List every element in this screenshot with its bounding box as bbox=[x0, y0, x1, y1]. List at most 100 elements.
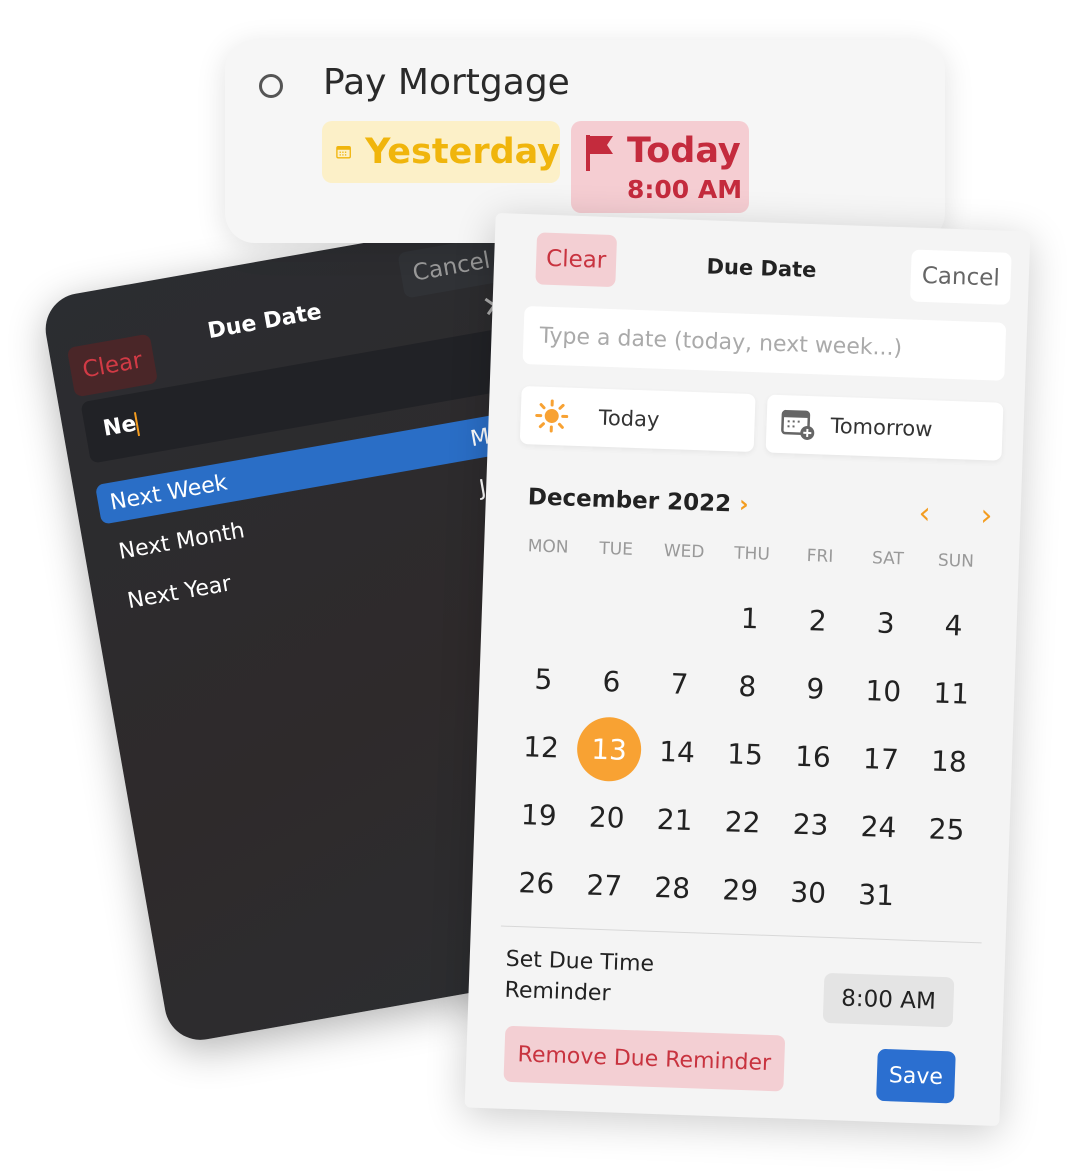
weekday-label: MON bbox=[527, 536, 569, 558]
calendar-plus-icon bbox=[781, 409, 815, 440]
day-number: 24 bbox=[860, 809, 897, 844]
suggestion-label: Next Year bbox=[125, 570, 234, 614]
day-13[interactable]: 13 bbox=[574, 714, 644, 784]
weekday-label: SAT bbox=[871, 548, 905, 570]
due-date-chip[interactable]: Today 8:00 AM bbox=[571, 121, 749, 213]
today-button[interactable]: Today bbox=[519, 385, 756, 453]
day-number: 15 bbox=[726, 736, 764, 772]
day-18[interactable]: 18 bbox=[914, 726, 984, 796]
previous-month-button[interactable]: ‹ bbox=[918, 496, 931, 531]
month-selector[interactable]: December 2022 › bbox=[527, 484, 749, 518]
month-label: December 2022 bbox=[527, 484, 732, 518]
sun-icon bbox=[535, 399, 569, 433]
day-22[interactable]: 22 bbox=[708, 787, 778, 857]
day-14[interactable]: 14 bbox=[642, 716, 712, 786]
clear-button[interactable]: Clear bbox=[66, 333, 159, 398]
day-29[interactable]: 29 bbox=[705, 855, 775, 925]
day-number: 3 bbox=[876, 605, 896, 640]
day-number: 11 bbox=[932, 676, 970, 711]
day-3[interactable]: 3 bbox=[851, 588, 921, 658]
suggestion-label: Next Month bbox=[116, 517, 247, 565]
reminder-time-button[interactable]: 8:00 AM bbox=[822, 972, 955, 1028]
day-12[interactable]: 12 bbox=[506, 712, 576, 782]
day-number: 29 bbox=[721, 872, 759, 907]
day-number: 12 bbox=[522, 729, 560, 764]
day-number: 25 bbox=[928, 811, 965, 847]
picker-title: Due Date bbox=[205, 299, 324, 345]
day-24[interactable]: 24 bbox=[843, 792, 913, 862]
day-number: 18 bbox=[930, 743, 968, 779]
day-number: 5 bbox=[534, 662, 554, 696]
day-28[interactable]: 28 bbox=[637, 852, 707, 922]
day-31[interactable]: 31 bbox=[841, 859, 911, 929]
flag-icon bbox=[586, 135, 613, 171]
next-month-button[interactable]: › bbox=[980, 498, 993, 533]
day-16[interactable]: 16 bbox=[778, 721, 848, 791]
selected-day: 13 bbox=[576, 716, 643, 783]
start-date-label: Yesterday bbox=[365, 132, 560, 172]
task-title: Pay Mortgage bbox=[323, 62, 570, 103]
day-number: 8 bbox=[737, 669, 757, 703]
day-9[interactable]: 9 bbox=[780, 653, 850, 723]
weekday-label: FRI bbox=[806, 546, 834, 567]
weekday-label: TUE bbox=[598, 538, 634, 560]
day-30[interactable]: 30 bbox=[773, 857, 843, 927]
reminder-label: Set Due Time Reminder bbox=[504, 946, 655, 1007]
day-number: 1 bbox=[740, 601, 760, 635]
day-number: 21 bbox=[656, 802, 694, 837]
day-number: 23 bbox=[792, 807, 830, 842]
today-label: Today bbox=[598, 405, 660, 432]
day-19[interactable]: 19 bbox=[504, 780, 574, 850]
empty-cell bbox=[579, 578, 649, 648]
day-5[interactable]: 5 bbox=[508, 644, 578, 714]
due-date-picker: Clear Due Date Cancel Today Tomorrow Dec… bbox=[464, 212, 1031, 1127]
day-7[interactable]: 7 bbox=[644, 648, 714, 718]
day-17[interactable]: 17 bbox=[846, 724, 916, 794]
day-number: 22 bbox=[724, 804, 762, 840]
remove-reminder-button[interactable]: Remove Due Reminder bbox=[503, 1025, 786, 1092]
empty-cell bbox=[647, 581, 717, 651]
date-input[interactable] bbox=[522, 305, 1007, 381]
save-button[interactable]: Save bbox=[876, 1048, 956, 1104]
day-21[interactable]: 21 bbox=[640, 784, 710, 854]
day-8[interactable]: 8 bbox=[712, 651, 782, 721]
day-number: 20 bbox=[588, 800, 626, 835]
weekday-label: SUN bbox=[937, 550, 975, 572]
day-4[interactable]: 4 bbox=[919, 590, 989, 660]
circle-checkbox-icon[interactable] bbox=[259, 74, 283, 98]
day-10[interactable]: 10 bbox=[848, 656, 918, 726]
day-number: 14 bbox=[658, 734, 696, 769]
day-20[interactable]: 20 bbox=[572, 782, 642, 852]
empty-cell bbox=[511, 576, 581, 646]
weekday-label: WED bbox=[663, 541, 705, 563]
day-6[interactable]: 6 bbox=[576, 646, 646, 716]
cancel-button[interactable]: Cancel bbox=[909, 249, 1012, 305]
day-15[interactable]: 15 bbox=[710, 719, 780, 789]
day-25[interactable]: 25 bbox=[911, 794, 981, 864]
start-date-chip[interactable]: Yesterday bbox=[322, 121, 560, 183]
due-time-label: 8:00 AM bbox=[627, 175, 743, 204]
date-input-value: Ne bbox=[101, 411, 139, 442]
day-number: 26 bbox=[518, 865, 555, 900]
suggestion-label: Next Week bbox=[108, 470, 230, 516]
due-day-label: Today bbox=[627, 131, 741, 171]
day-number: 27 bbox=[585, 868, 623, 903]
day-number: 30 bbox=[789, 875, 827, 910]
calendar-grid: MON TUE WED THU FRI SAT SUN 1 2 3 4 5 6 7 8 9 10 11 12 13 14… bbox=[501, 536, 990, 932]
day-number: 17 bbox=[862, 741, 900, 776]
tomorrow-label: Tomorrow bbox=[830, 413, 933, 442]
day-23[interactable]: 23 bbox=[775, 789, 845, 859]
day-2[interactable]: 2 bbox=[783, 585, 853, 655]
weekday-label: THU bbox=[733, 543, 771, 565]
tomorrow-button[interactable]: Tomorrow bbox=[765, 394, 1004, 461]
calendar-icon bbox=[336, 145, 351, 159]
day-number: 28 bbox=[653, 870, 691, 905]
day-11[interactable]: 11 bbox=[916, 658, 986, 728]
day-26[interactable]: 26 bbox=[501, 848, 571, 918]
day-number: 19 bbox=[520, 797, 558, 832]
day-number: 31 bbox=[857, 877, 895, 912]
day-number: 16 bbox=[794, 739, 832, 774]
day-27[interactable]: 27 bbox=[569, 850, 639, 920]
day-1[interactable]: 1 bbox=[715, 583, 785, 653]
chevron-right-icon: › bbox=[738, 491, 750, 518]
